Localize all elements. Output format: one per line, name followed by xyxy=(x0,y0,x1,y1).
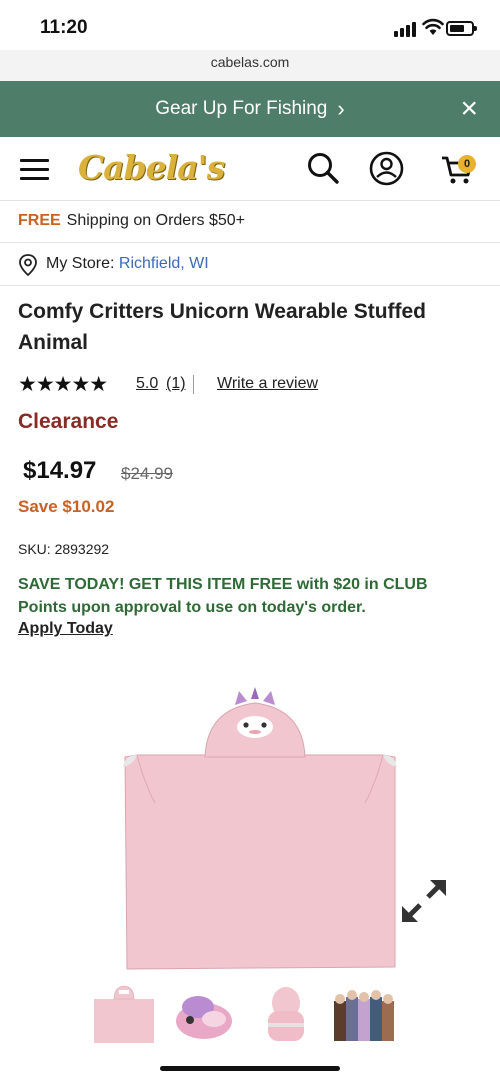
home-indicator xyxy=(160,1066,340,1071)
thumbnail-blanket[interactable] xyxy=(92,985,156,1045)
product-sku: SKU: 2893292 xyxy=(18,541,110,557)
product-image[interactable] xyxy=(115,685,405,975)
close-icon[interactable]: × xyxy=(460,94,478,124)
account-icon[interactable] xyxy=(369,151,404,186)
shipping-text: Shipping on Orders $50+ xyxy=(66,212,246,229)
clearance-label: Clearance xyxy=(18,410,119,433)
site-header: Cabela's xyxy=(0,137,500,201)
thumbnail-strip xyxy=(0,985,500,1050)
search-icon[interactable] xyxy=(306,151,340,185)
original-price: $24.99 xyxy=(121,464,173,483)
write-review-link[interactable]: Write a review xyxy=(217,375,318,393)
cellular-signal-icon xyxy=(394,21,418,37)
menu-icon[interactable] xyxy=(20,159,49,181)
battery-icon xyxy=(446,21,477,36)
thumbnail-rolled[interactable] xyxy=(254,985,318,1045)
savings-amount: Save $10.02 xyxy=(18,497,115,516)
store-label: My Store: xyxy=(46,255,115,272)
promo-banner[interactable]: Gear Up For Fishing › × xyxy=(0,81,500,137)
star-rating-icon: ★★★★★ xyxy=(18,373,108,396)
status-time: 11:20 xyxy=(40,17,88,38)
review-count-link[interactable]: (1) xyxy=(166,375,186,393)
apply-today-link[interactable]: Apply Today xyxy=(18,620,113,638)
rating-value-link[interactable]: 5.0 xyxy=(136,375,158,393)
product-title: Comfy Critters Unicorn Wearable Stuffed … xyxy=(18,300,427,354)
cart-count-badge: 0 xyxy=(458,155,476,173)
location-pin-icon xyxy=(19,254,37,277)
promo-text: Gear Up For Fishing xyxy=(155,98,328,119)
store-city-link[interactable]: Richfield, WI xyxy=(119,255,209,272)
divider xyxy=(193,375,194,394)
status-bar: 11:20 xyxy=(0,0,500,50)
club-offer-text: SAVE TODAY! GET THIS ITEM FREE with $20 … xyxy=(18,576,428,616)
shipping-banner: FREE Shipping on Orders $50+ xyxy=(0,201,500,243)
expand-icon[interactable] xyxy=(400,877,448,925)
wifi-icon xyxy=(422,18,444,35)
brand-logo[interactable]: Cabela's xyxy=(78,148,225,187)
sale-price: $14.97 xyxy=(23,457,97,484)
my-store-row[interactable]: My Store: Richfield, WI xyxy=(0,243,500,286)
chevron-right-icon: › xyxy=(337,96,345,121)
free-label: FREE xyxy=(18,212,61,229)
browser-url-bar[interactable]: cabelas.com xyxy=(0,50,500,81)
thumbnail-plush[interactable] xyxy=(172,985,236,1045)
url-text: cabelas.com xyxy=(210,54,290,70)
thumbnail-kids[interactable] xyxy=(332,985,396,1045)
